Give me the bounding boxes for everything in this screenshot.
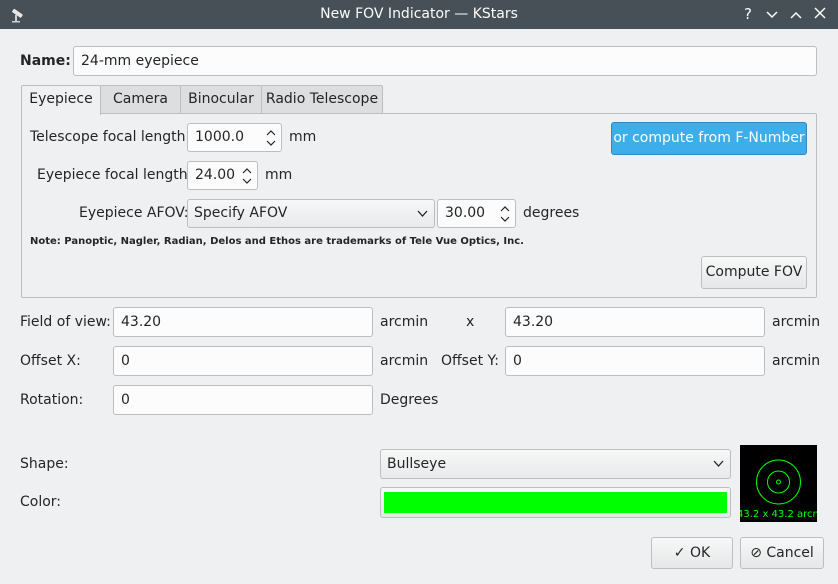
shape-select[interactable]: Bullseye xyxy=(380,449,731,479)
fov-label: Field of view: xyxy=(20,314,111,330)
offset-y-label: Offset Y: xyxy=(441,353,499,369)
chevron-down-icon xyxy=(766,11,778,19)
eyepiece-focal-length-label: Eyepiece focal length: xyxy=(37,167,193,183)
cancel-icon: ⊘ xyxy=(750,545,762,561)
eyepiece-focal-unit: mm xyxy=(265,167,293,183)
tab-eyepiece[interactable]: Eyepiece xyxy=(21,85,101,115)
afov-select-value: Specify AFOV xyxy=(194,205,288,221)
eyepiece-focal-length-value: 24.00 xyxy=(195,167,236,183)
rotation-label: Rotation: xyxy=(20,392,84,408)
color-label: Color: xyxy=(20,494,62,510)
compute-fov-button[interactable]: Compute FOV xyxy=(701,256,807,289)
offset-y-input[interactable]: 0 xyxy=(505,346,765,376)
fov-preview: 43.2 x 43.2 arcmin xyxy=(740,445,817,522)
chevron-down-icon xyxy=(713,460,724,467)
color-picker-button[interactable] xyxy=(380,487,731,518)
fov-height-input[interactable]: 43.20 xyxy=(505,307,765,337)
ok-button[interactable]: ✓ OK xyxy=(651,537,733,569)
telescope-focal-unit: mm xyxy=(289,129,317,145)
compute-from-fnumber-button[interactable]: or compute from F-Number xyxy=(611,122,807,155)
afov-spinbox[interactable]: 30.00 xyxy=(437,199,516,228)
spin-arrows-icon[interactable] xyxy=(242,165,252,187)
ok-label: OK xyxy=(689,545,711,561)
afov-unit: degrees xyxy=(523,205,580,221)
chevron-down-icon xyxy=(417,210,428,217)
rotation-input[interactable]: 0 xyxy=(113,385,373,415)
close-button[interactable] xyxy=(810,4,830,24)
checkmark-icon: ✓ xyxy=(673,545,686,561)
fov-height-unit: arcmin xyxy=(772,314,821,330)
trademark-note: Note: Panoptic, Nagler, Radian, Delos an… xyxy=(30,236,524,247)
minimize-button[interactable] xyxy=(762,4,782,24)
offset-x-unit: arcmin xyxy=(380,353,429,369)
afov-select[interactable]: Specify AFOV xyxy=(187,199,435,228)
spin-arrows-icon[interactable] xyxy=(500,203,510,225)
eyepiece-focal-length-spinbox[interactable]: 24.00 xyxy=(187,161,258,190)
offset-x-input[interactable]: 0 xyxy=(113,346,373,376)
maximize-button[interactable] xyxy=(786,4,806,24)
telescope-focal-length-spinbox[interactable]: 1000.0 xyxy=(187,123,282,152)
telescope-focal-length-value: 1000.0 xyxy=(195,129,244,145)
rotation-unit: Degrees xyxy=(380,392,439,408)
help-icon[interactable]: ? xyxy=(738,4,758,24)
spin-arrows-icon[interactable] xyxy=(266,127,276,149)
name-label: Name: xyxy=(20,53,71,69)
eyepiece-afov-label: Eyepiece AFOV: xyxy=(79,205,189,221)
title-bar: New FOV Indicator — KStars ? xyxy=(0,0,838,29)
fov-x-separator: x xyxy=(466,314,475,330)
color-swatch xyxy=(384,492,727,513)
cancel-label: Cancel xyxy=(766,545,814,561)
fov-width-input[interactable]: 43.20 xyxy=(113,307,373,337)
tab-camera[interactable]: Camera xyxy=(100,85,181,114)
offset-x-label: Offset X: xyxy=(20,353,81,369)
telescope-focal-length-label: Telescope focal length: xyxy=(30,129,191,145)
tab-binocular[interactable]: Binocular xyxy=(180,85,262,114)
window-title: New FOV Indicator — KStars xyxy=(320,6,518,22)
shape-label: Shape: xyxy=(20,456,69,472)
close-icon xyxy=(814,7,826,19)
tab-radio-telescope[interactable]: Radio Telescope xyxy=(261,85,383,114)
preview-caption: 43.2 x 43.2 arcmin xyxy=(740,509,817,520)
name-input[interactable]: 24-mm eyepiece xyxy=(73,46,817,76)
chevron-up-icon xyxy=(790,11,802,19)
offset-y-unit: arcmin xyxy=(772,353,821,369)
fov-width-unit: arcmin xyxy=(380,314,429,330)
afov-value: 30.00 xyxy=(445,205,486,221)
shape-select-value: Bullseye xyxy=(387,456,447,472)
cancel-button[interactable]: ⊘ Cancel xyxy=(740,537,824,569)
